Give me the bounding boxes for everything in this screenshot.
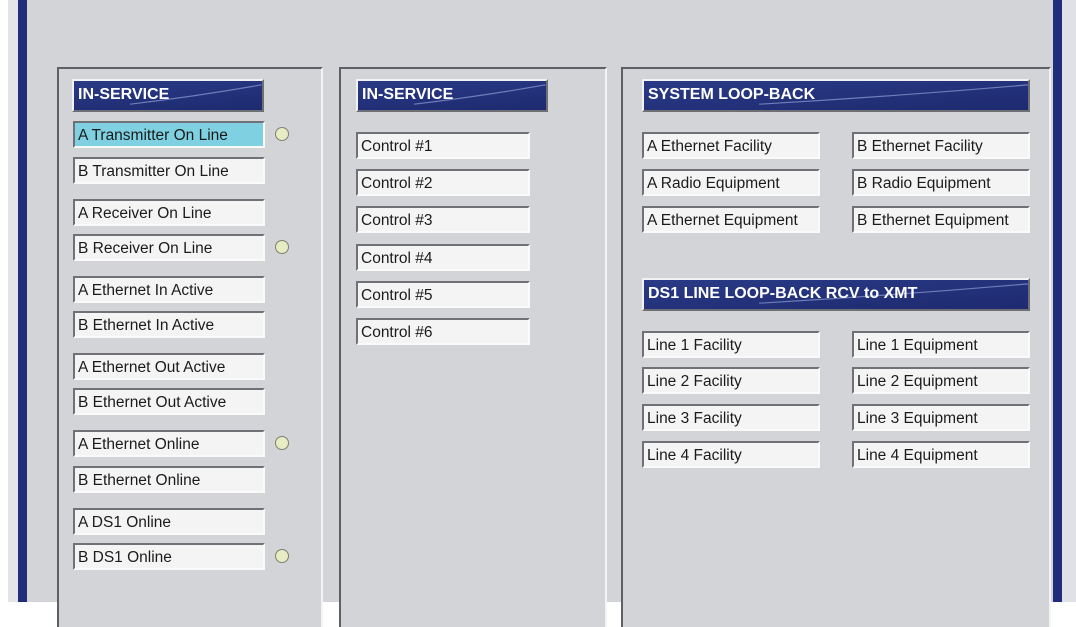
button-label: B Ethernet Equipment (857, 212, 1009, 229)
control-2-button[interactable]: Control #2 (356, 169, 530, 196)
line-3-facility-button[interactable]: Line 3 Facility (642, 404, 820, 431)
line-2-equipment-button[interactable]: Line 2 Equipment (852, 367, 1030, 394)
a-ethernet-facility-button[interactable]: A Ethernet Facility (642, 132, 820, 159)
line-2-facility-button[interactable]: Line 2 Facility (642, 367, 820, 394)
button-label: B Ethernet Out Active (78, 394, 227, 411)
ds1-loopback-title: DS1 LINE LOOP-BACK RCV to XMT (648, 285, 918, 302)
button-label: B Ethernet Online (78, 472, 201, 489)
right-border-light (1062, 0, 1076, 602)
button-label: B DS1 Online (78, 549, 172, 566)
b-ds1-online-indicator (275, 549, 289, 563)
button-label: Control #2 (361, 175, 433, 192)
button-label: B Ethernet Facility (857, 138, 983, 155)
b-ethernet-in-active-button[interactable]: B Ethernet In Active (73, 311, 265, 338)
b-transmitter-online-button[interactable]: B Transmitter On Line (73, 157, 265, 184)
b-ethernet-facility-button[interactable]: B Ethernet Facility (852, 132, 1030, 159)
button-label: Line 1 Facility (647, 337, 742, 354)
line-4-equipment-button[interactable]: Line 4 Equipment (852, 441, 1030, 468)
button-label: A Transmitter On Line (78, 127, 228, 144)
button-label: Line 3 Equipment (857, 410, 978, 427)
left-border-white (0, 0, 8, 602)
button-label: Line 2 Facility (647, 373, 742, 390)
in-service-control-title: IN-SERVICE (362, 86, 454, 103)
button-label: Line 1 Equipment (857, 337, 978, 354)
a-transmitter-online-indicator (275, 127, 289, 141)
in-service-status-title: IN-SERVICE (78, 86, 170, 103)
line-3-equipment-button[interactable]: Line 3 Equipment (852, 404, 1030, 431)
in-service-control-header: IN-SERVICE (356, 79, 548, 112)
a-ds1-online-button[interactable]: A DS1 Online (73, 508, 265, 535)
left-border-light (8, 0, 18, 602)
button-label: A Ethernet Online (78, 436, 200, 453)
control-4-button[interactable]: Control #4 (356, 244, 530, 271)
control-3-button[interactable]: Control #3 (356, 206, 530, 233)
left-border-navy (18, 0, 27, 602)
right-border-navy (1053, 0, 1062, 602)
a-transmitter-online-button[interactable]: A Transmitter On Line (73, 121, 265, 148)
line-4-facility-button[interactable]: Line 4 Facility (642, 441, 820, 468)
button-label: A Ethernet Equipment (647, 212, 798, 229)
control-6-button[interactable]: Control #6 (356, 318, 530, 345)
button-label: Line 4 Equipment (857, 447, 978, 464)
button-label: Line 2 Equipment (857, 373, 978, 390)
button-label: Control #6 (361, 324, 433, 341)
line-1-facility-button[interactable]: Line 1 Facility (642, 331, 820, 358)
button-label: B Ethernet In Active (78, 317, 215, 334)
button-label: B Transmitter On Line (78, 163, 229, 180)
button-label: Line 3 Facility (647, 410, 742, 427)
button-label: Line 4 Facility (647, 447, 742, 464)
a-ethernet-online-button[interactable]: A Ethernet Online (73, 430, 265, 457)
button-label: A Ethernet Out Active (78, 359, 226, 376)
button-label: A DS1 Online (78, 514, 172, 531)
button-label: A Ethernet In Active (78, 282, 214, 299)
ds1-loopback-header: DS1 LINE LOOP-BACK RCV to XMT (642, 278, 1030, 311)
a-ethernet-equipment-button[interactable]: A Ethernet Equipment (642, 206, 820, 233)
a-receiver-online-button[interactable]: A Receiver On Line (73, 199, 265, 226)
b-ethernet-online-button[interactable]: B Ethernet Online (73, 466, 265, 493)
button-label: Control #3 (361, 212, 433, 229)
b-ethernet-equipment-button[interactable]: B Ethernet Equipment (852, 206, 1030, 233)
a-radio-equipment-button[interactable]: A Radio Equipment (642, 169, 820, 196)
button-label: B Receiver On Line (78, 240, 213, 257)
button-label: A Receiver On Line (78, 205, 212, 222)
b-ethernet-out-active-button[interactable]: B Ethernet Out Active (73, 388, 265, 415)
button-label: Control #4 (361, 250, 433, 267)
button-label: B Radio Equipment (857, 175, 991, 192)
button-label: Control #5 (361, 287, 433, 304)
control-1-button[interactable]: Control #1 (356, 132, 530, 159)
line-1-equipment-button[interactable]: Line 1 Equipment (852, 331, 1030, 358)
a-ethernet-online-indicator (275, 436, 289, 450)
system-loopback-title: SYSTEM LOOP-BACK (648, 86, 816, 103)
button-label: A Radio Equipment (647, 175, 780, 192)
b-receiver-online-indicator (275, 240, 289, 254)
a-ethernet-out-active-button[interactable]: A Ethernet Out Active (73, 353, 265, 380)
a-ethernet-in-active-button[interactable]: A Ethernet In Active (73, 276, 265, 303)
system-loopback-header: SYSTEM LOOP-BACK (642, 79, 1030, 112)
control-5-button[interactable]: Control #5 (356, 281, 530, 308)
b-radio-equipment-button[interactable]: B Radio Equipment (852, 169, 1030, 196)
b-ds1-online-button[interactable]: B DS1 Online (73, 543, 265, 570)
b-receiver-online-button[interactable]: B Receiver On Line (73, 234, 265, 261)
button-label: Control #1 (361, 138, 433, 155)
in-service-status-header: IN-SERVICE (72, 79, 264, 112)
button-label: A Ethernet Facility (647, 138, 772, 155)
